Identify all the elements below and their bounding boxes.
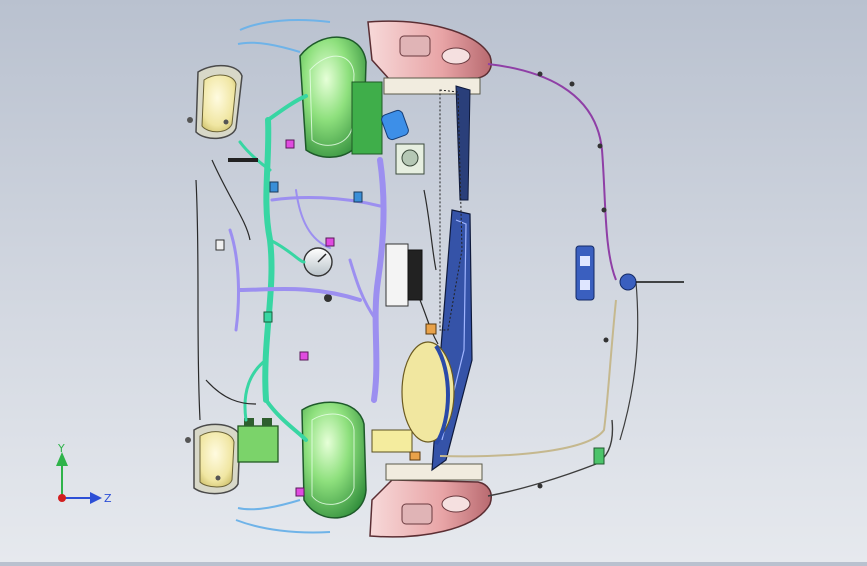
bumper-top[interactable] <box>367 20 492 95</box>
z-axis-label: Z <box>104 492 112 505</box>
cable-fittings[interactable] <box>537 71 609 489</box>
z-axis-arrow-icon <box>90 492 102 504</box>
headlamp-top[interactable] <box>187 64 243 140</box>
brake-master-cylinder[interactable] <box>575 245 684 301</box>
cad-viewport[interactable]: Y Z <box>0 0 867 562</box>
blower[interactable] <box>380 109 425 175</box>
wheelhouse-top[interactable] <box>299 36 383 158</box>
reservoir[interactable] <box>401 341 455 446</box>
battery[interactable] <box>237 418 279 463</box>
harness-teal[interactable] <box>238 94 308 442</box>
wheelhouse-bottom[interactable] <box>301 401 367 519</box>
headlamp-bottom[interactable] <box>185 423 241 495</box>
orientation-triad: Y Z <box>56 442 112 505</box>
origin-icon <box>58 494 66 502</box>
y-axis-label: Y <box>57 442 65 455</box>
bumper-bottom[interactable] <box>369 463 492 538</box>
assembly-canvas[interactable]: Y Z <box>0 0 867 562</box>
